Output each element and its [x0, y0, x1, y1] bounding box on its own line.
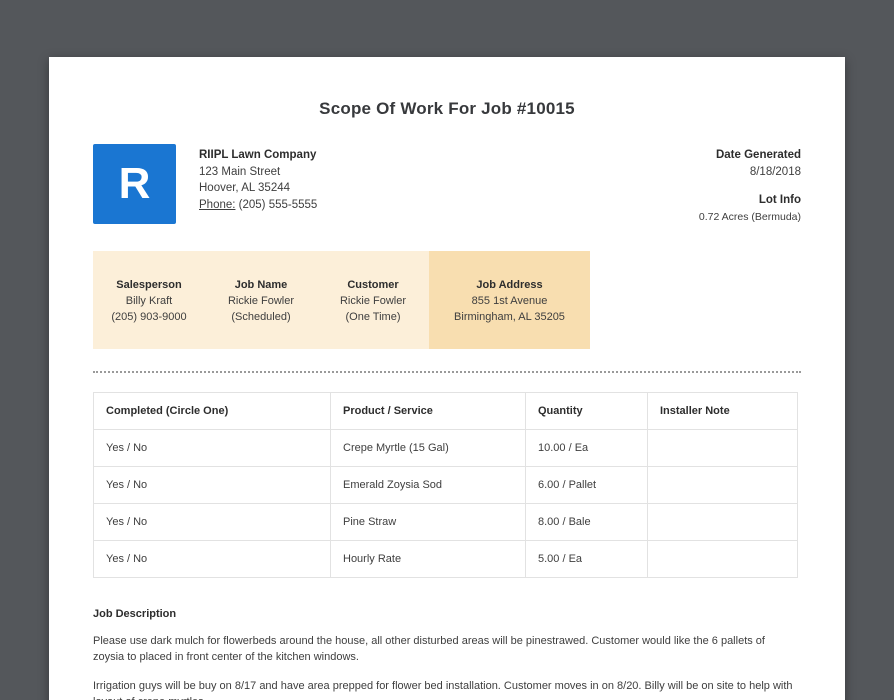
table-row: Yes / No Hourly Rate 5.00 / Ea: [93, 540, 798, 578]
cell-completed: Yes / No: [93, 429, 331, 467]
table-row: Yes / No Pine Straw 8.00 / Bale: [93, 503, 798, 541]
cell-quantity: 6.00 / Pallet: [525, 466, 648, 504]
date-generated-label: Date Generated: [715, 149, 801, 161]
band-value: (205) 903-9000: [111, 311, 187, 323]
band-value: 855 1st Avenue: [471, 295, 548, 307]
band-label: Job Address: [476, 279, 543, 291]
company-address-line1: 123 Main Street: [199, 165, 281, 178]
band-col-job-address: Job Address 855 1st Avenue Birmingham, A…: [429, 251, 590, 349]
table-header-row: Completed (Circle One) Product / Service…: [93, 392, 798, 430]
cell-installer-note: [647, 503, 798, 541]
document-meta: Date Generated 8/18/2018 Lot Info 0.72 A…: [699, 144, 801, 225]
band-label: Salesperson: [116, 279, 182, 291]
cell-product: Crepe Myrtle (15 Gal): [330, 429, 526, 467]
company-address-line2: Hoover, AL 35244: [199, 182, 291, 194]
lot-info-value: 0.72 Acres (Bermuda): [698, 210, 801, 223]
band-value: (Scheduled): [231, 311, 291, 323]
job-description-section: Job Description Please use dark mulch fo…: [93, 608, 797, 700]
cell-quantity: 10.00 / Ea: [525, 429, 648, 467]
phone-label: Phone:: [199, 198, 236, 211]
band-value: Rickie Fowler: [227, 295, 294, 307]
cell-installer-note: [647, 466, 798, 504]
table-row: Yes / No Emerald Zoysia Sod 6.00 / Palle…: [93, 466, 798, 504]
band-label: Job Name: [234, 279, 288, 291]
cell-completed: Yes / No: [93, 503, 331, 541]
cell-quantity: 5.00 / Ea: [525, 540, 648, 578]
company-logo: R: [93, 144, 176, 224]
band-value: Billy Kraft: [125, 295, 173, 307]
job-description-paragraph: Please use dark mulch for flowerbeds aro…: [93, 635, 765, 663]
band-col-job-name: Job Name Rickie Fowler (Scheduled): [205, 251, 317, 349]
cell-quantity: 8.00 / Bale: [525, 503, 648, 541]
header-quantity: Quantity: [525, 392, 648, 430]
page-title: Scope Of Work For Job #10015: [319, 99, 575, 118]
cell-product: Hourly Rate: [330, 540, 526, 578]
date-generated-value: 8/18/2018: [749, 165, 801, 178]
logo-letter: R: [118, 159, 151, 208]
company-info: RIIPL Lawn Company 123 Main Street Hoove…: [199, 144, 317, 213]
job-info-band: Salesperson Billy Kraft (205) 903-9000 J…: [93, 251, 801, 349]
job-description-paragraph: Irrigation guys will be buy on 8/17 and …: [93, 680, 793, 700]
company-name: RIIPL Lawn Company: [199, 149, 317, 161]
cell-product: Pine Straw: [330, 503, 526, 541]
table-row: Yes / No Crepe Myrtle (15 Gal) 10.00 / E…: [93, 429, 798, 467]
header-completed: Completed (Circle One): [93, 392, 331, 430]
document-header: R RIIPL Lawn Company 123 Main Street Hoo…: [93, 144, 801, 225]
band-value: Rickie Fowler: [339, 295, 406, 307]
scope-of-work-table: Completed (Circle One) Product / Service…: [93, 392, 798, 578]
band-value: Birmingham, AL 35205: [454, 311, 565, 323]
cell-installer-note: [647, 429, 798, 467]
cell-completed: Yes / No: [93, 466, 331, 504]
cell-installer-note: [647, 540, 798, 578]
band-label: Customer: [347, 279, 399, 291]
header-installer-note: Installer Note: [647, 392, 798, 430]
lot-info-label: Lot Info: [758, 194, 801, 206]
job-description-label: Job Description: [93, 608, 177, 620]
header-product-service: Product / Service: [330, 392, 526, 430]
band-value: (One Time): [345, 311, 401, 323]
cell-completed: Yes / No: [93, 540, 331, 578]
company-phone: Phone: (205) 555-5555: [199, 197, 317, 214]
document-page: Scope Of Work For Job #10015 R RIIPL Law…: [49, 57, 845, 700]
phone-value: (205) 555-5555: [238, 198, 318, 211]
cell-product: Emerald Zoysia Sod: [330, 466, 526, 504]
dotted-divider: [93, 371, 801, 373]
band-col-salesperson: Salesperson Billy Kraft (205) 903-9000: [93, 251, 205, 349]
band-col-customer: Customer Rickie Fowler (One Time): [317, 251, 429, 349]
